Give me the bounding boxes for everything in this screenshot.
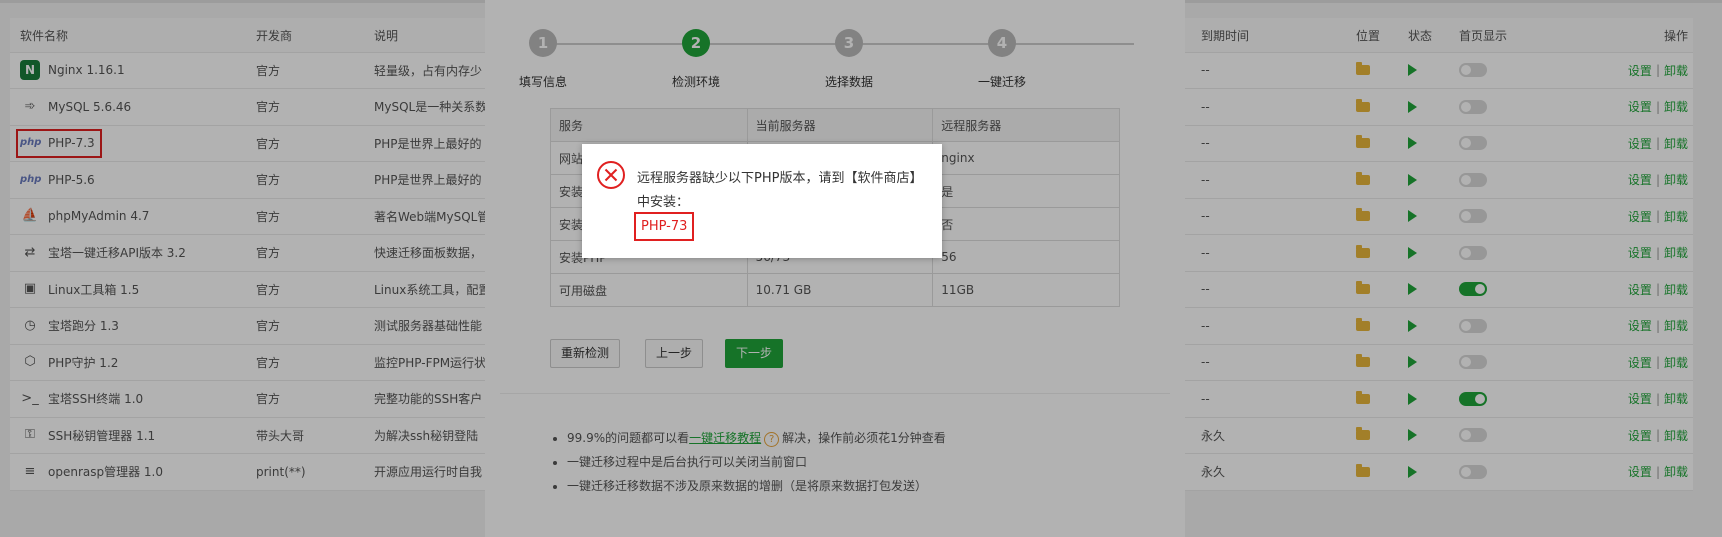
missing-php-version: PHP-73: [634, 212, 695, 241]
error-circle-icon: [597, 161, 625, 189]
dialog-dim-overlay: [485, 0, 1185, 537]
popup-message: 远程服务器缺少以下PHP版本，请到【软件商店】中安装：: [637, 171, 923, 210]
error-popup: 远程服务器缺少以下PHP版本，请到【软件商店】中安装： PHP-73: [582, 144, 942, 258]
migration-dialog: 1 填写信息 2 检测环境 3 选择数据 4 一键迁移 服务 当前服务器 远程服务器 网站 nginx…: [485, 0, 1185, 537]
